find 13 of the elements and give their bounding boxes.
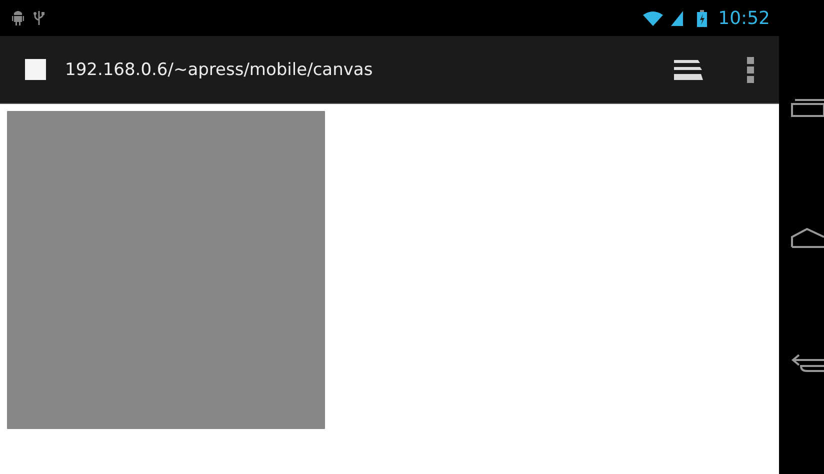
back-icon[interactable] (791, 354, 824, 372)
clock-time: 10:52 (718, 8, 770, 28)
android-icon (11, 10, 25, 26)
signal-icon (671, 10, 684, 26)
url-text[interactable]: 192.168.0.6/~apress/mobile/canvas (65, 60, 373, 80)
recent-apps-icon[interactable] (791, 99, 824, 117)
tabs-icon[interactable] (674, 60, 703, 80)
battery-icon (697, 10, 708, 26)
home-icon[interactable] (791, 228, 824, 248)
wifi-icon (643, 10, 664, 26)
usb-icon (33, 10, 45, 26)
menu-icon[interactable] (747, 56, 754, 82)
favicon-icon (25, 59, 46, 80)
